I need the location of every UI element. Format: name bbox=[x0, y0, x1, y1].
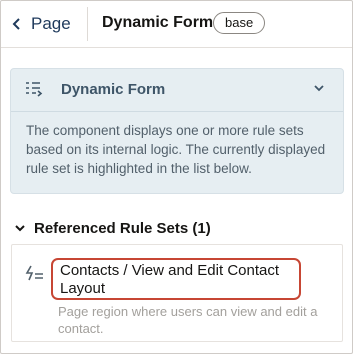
layer-badge: base bbox=[213, 12, 266, 34]
dynamic-form-icon bbox=[26, 82, 43, 97]
referenced-rule-sets-header[interactable]: Referenced Rule Sets (1) bbox=[1, 217, 352, 241]
rule-set-description: Page region where users can view and edi… bbox=[58, 304, 318, 336]
rule-set-link-highlight[interactable]: Contacts / View and Edit Contact Layout bbox=[51, 258, 301, 300]
info-panel-description: The component displays one or more rule … bbox=[26, 123, 326, 176]
pane-header: Page Dynamic Form base bbox=[1, 1, 352, 47]
info-panel-header[interactable]: Dynamic Form bbox=[11, 69, 343, 111]
rule-set-icon bbox=[25, 265, 43, 281]
rule-set-link[interactable]: Contacts / View and Edit Contact Layout bbox=[60, 262, 300, 298]
chevron-down-icon bbox=[15, 225, 25, 232]
page-title: Dynamic Form bbox=[102, 14, 214, 31]
header-divider bbox=[87, 7, 88, 41]
info-panel-title: Dynamic Form bbox=[61, 81, 166, 98]
component-info-panel: Dynamic Form The component displays one … bbox=[10, 68, 344, 194]
list-item: Contacts / View and Edit Contact Layout … bbox=[11, 244, 343, 342]
collapse-chevron-icon[interactable] bbox=[313, 83, 325, 93]
back-button[interactable]: Page bbox=[11, 13, 71, 35]
chevron-left-icon bbox=[12, 18, 20, 30]
header-rule bbox=[1, 47, 352, 48]
info-panel-divider bbox=[11, 111, 343, 112]
properties-pane: Page Dynamic Form base Dynamic Form The … bbox=[0, 0, 353, 354]
referenced-rule-sets-title: Referenced Rule Sets (1) bbox=[34, 220, 211, 237]
back-label: Page bbox=[31, 14, 71, 33]
